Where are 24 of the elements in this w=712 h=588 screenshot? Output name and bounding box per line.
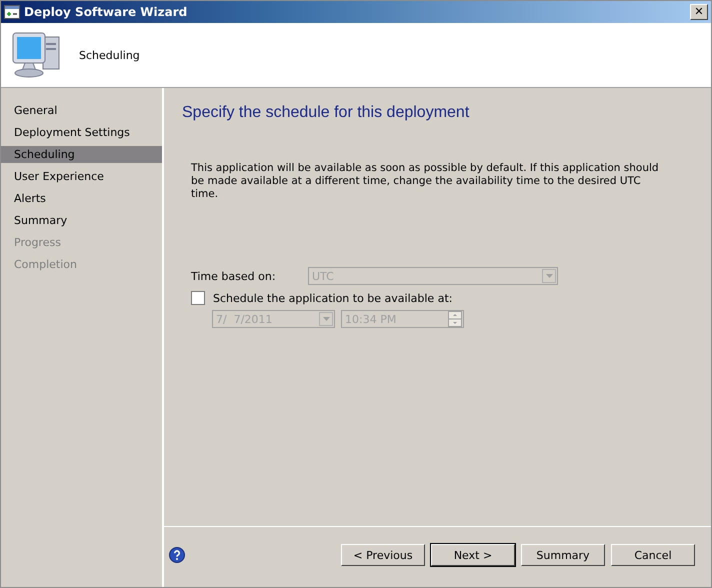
dropdown-arrow-icon <box>322 317 330 321</box>
close-button[interactable]: ✕ <box>690 4 708 20</box>
section-heading: Specify the schedule for this deployment <box>182 104 470 122</box>
description-text: This application will be available as soon as possible by default. If this application should be made available at a different time, change the availability time to the desired UTC time. <box>191 162 660 201</box>
field-label: Time based on: <box>191 270 277 282</box>
spinner-arrows-icon <box>448 311 462 327</box>
checkbox-label: Schedule the application to be available at: <box>213 292 452 304</box>
sidebar-item[interactable]: Alerts <box>1 190 162 207</box>
sidebar-item[interactable]: Summary <box>1 212 162 229</box>
computer-icon <box>11 31 61 79</box>
wizard-icon <box>4 5 20 19</box>
wizard-button[interactable]: Cancel <box>611 544 695 566</box>
checkbox[interactable] <box>191 291 205 305</box>
sidebar-item[interactable]: Scheduling <box>1 146 162 163</box>
sidebar-item[interactable]: User Experience <box>1 168 162 185</box>
page-title: Scheduling <box>79 48 140 62</box>
wizard-button[interactable]: Next > <box>431 544 515 566</box>
sidebar-item[interactable]: Deployment Settings <box>1 124 162 141</box>
dropdown-arrow-icon <box>546 274 552 278</box>
help-icon[interactable] <box>169 547 185 563</box>
sidebar-item[interactable]: General <box>1 102 162 119</box>
wizard-button[interactable]: Summary <box>521 544 605 566</box>
window-title: Deploy Software Wizard <box>24 5 188 19</box>
wizard-button[interactable]: < Previous <box>341 544 425 566</box>
